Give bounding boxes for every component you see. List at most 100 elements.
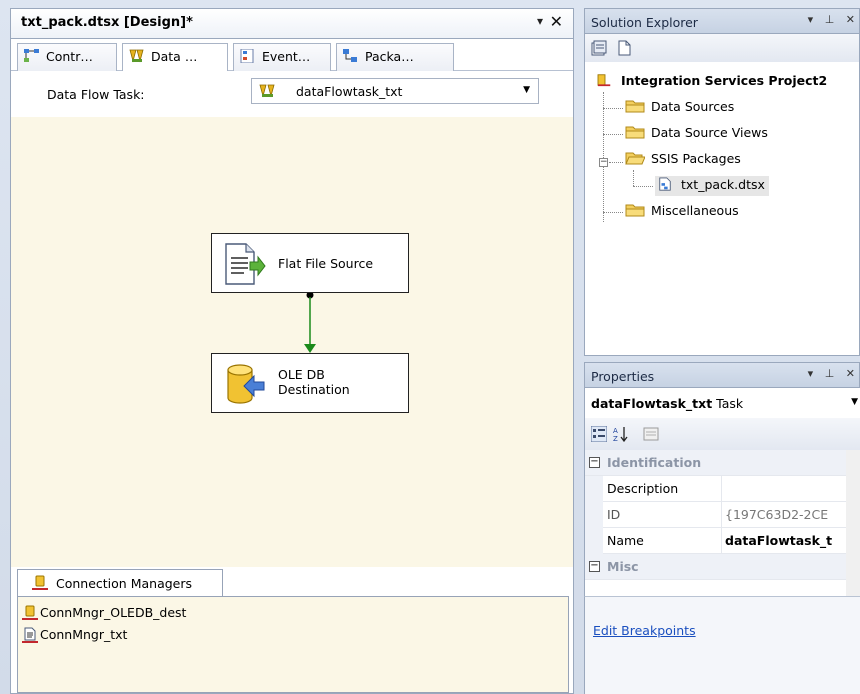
properties-object-select[interactable]: dataFlowtask_txt Task ▼ bbox=[584, 388, 860, 418]
chevron-down-icon[interactable]: ▼ bbox=[523, 85, 530, 95]
tree-label: txt_pack.dtsx bbox=[681, 177, 765, 192]
connection-managers-tab[interactable]: Connection Managers bbox=[17, 569, 223, 597]
tree-item-package-file[interactable]: txt_pack.dtsx bbox=[655, 176, 769, 196]
data-flow-task-value: dataFlowtask_txt bbox=[296, 84, 403, 99]
close-icon[interactable]: ✕ bbox=[550, 12, 563, 31]
tab-label: Data … bbox=[151, 49, 198, 64]
folder-open-icon bbox=[625, 152, 645, 165]
tab-package-explorer[interactable]: Packa… bbox=[336, 43, 454, 71]
tab-label: Event… bbox=[262, 49, 311, 64]
property-row-name[interactable]: Name dataFlowtask_t bbox=[585, 528, 860, 554]
ole-db-destination-icon bbox=[227, 364, 265, 404]
component-label-line2: Destination bbox=[278, 382, 350, 397]
collapse-icon[interactable]: − bbox=[599, 158, 608, 167]
connection-managers-list: ConnMngr_OLEDB_dest ConnMngr_txt bbox=[17, 596, 569, 693]
properties-icon[interactable] bbox=[591, 40, 607, 56]
column-divider bbox=[721, 502, 722, 528]
component-label-line1: OLE DB bbox=[278, 367, 325, 382]
categorized-icon[interactable] bbox=[591, 426, 607, 442]
flat-file-source-component[interactable]: Flat File Source bbox=[211, 233, 409, 293]
category-misc[interactable]: − Misc bbox=[585, 554, 860, 580]
category-identification[interactable]: − Identification bbox=[585, 450, 860, 476]
solution-explorer-pane: Solution Explorer ▾ ⊥ ✕ Integration Serv… bbox=[584, 8, 860, 356]
chevron-down-icon[interactable]: ▼ bbox=[851, 397, 858, 407]
object-type: Task bbox=[716, 396, 744, 411]
tab-label: Contr… bbox=[46, 49, 93, 64]
solution-tree: Integration Services Project2 Data Sourc… bbox=[584, 62, 860, 356]
svg-text:Z: Z bbox=[613, 435, 618, 442]
connection-name: ConnMngr_OLEDB_dest bbox=[40, 605, 187, 620]
tree-label: SSIS Packages bbox=[651, 151, 741, 166]
data-flow-task-label: Data Flow Task: bbox=[47, 87, 145, 102]
package-file-icon bbox=[659, 177, 671, 191]
flat-file-connection-icon bbox=[22, 627, 38, 643]
category-label: Misc bbox=[607, 559, 639, 574]
row-gutter bbox=[585, 528, 603, 554]
tree-item-ssis-packages[interactable]: SSIS Packages bbox=[625, 150, 741, 170]
folder-icon bbox=[625, 100, 645, 113]
package-designer: txt_pack.dtsx [Design]* ▾ ✕ Contr… Data … bbox=[10, 8, 574, 694]
tab-control-flow[interactable]: Contr… bbox=[17, 43, 117, 71]
column-divider bbox=[721, 528, 722, 554]
pane-title: Properties bbox=[591, 369, 655, 384]
tree-connector bbox=[603, 108, 623, 109]
list-item[interactable]: ConnMngr_OLEDB_dest bbox=[22, 605, 186, 625]
property-name: Name bbox=[607, 533, 644, 548]
column-divider bbox=[721, 476, 722, 502]
tree-label: Data Sources bbox=[651, 99, 735, 114]
tree-connector bbox=[609, 162, 623, 163]
package-explorer-icon bbox=[343, 49, 357, 62]
component-label: Flat File Source bbox=[278, 256, 374, 271]
category-label: Identification bbox=[607, 455, 702, 470]
show-all-files-icon[interactable] bbox=[617, 40, 633, 56]
tree-connector bbox=[603, 212, 623, 213]
svg-text:A: A bbox=[613, 427, 618, 435]
flat-file-source-icon bbox=[225, 243, 266, 285]
component-label: OLE DB Destination bbox=[278, 367, 350, 397]
connection-managers-tab-label: Connection Managers bbox=[56, 576, 193, 591]
object-name: dataFlowtask_txt bbox=[591, 396, 713, 411]
tab-event-handlers[interactable]: Event… bbox=[233, 43, 331, 71]
property-row-description[interactable]: Description bbox=[585, 476, 860, 502]
edit-breakpoints-link[interactable]: Edit Breakpoints bbox=[593, 623, 696, 638]
tree-item-data-source-views[interactable]: Data Source Views bbox=[625, 124, 768, 144]
document-tab[interactable]: txt_pack.dtsx [Design]* ▾ ✕ bbox=[10, 8, 574, 38]
tab-data-flow[interactable]: Data … bbox=[122, 43, 228, 72]
properties-pane: Properties ▾ ⊥ ✕ dataFlowtask_txt Task ▼… bbox=[584, 362, 860, 694]
data-flow-task-select[interactable]: dataFlowtask_txt ▼ bbox=[251, 78, 539, 104]
oledb-connection-icon bbox=[22, 605, 38, 620]
properties-title-bar: Properties ▾ ⊥ ✕ bbox=[584, 362, 860, 388]
tree-label: Miscellaneous bbox=[651, 203, 739, 218]
sort-alphabetical-icon[interactable]: A Z bbox=[613, 426, 629, 442]
event-handlers-icon bbox=[240, 49, 254, 63]
property-grid: − Identification Description ID {197C63D… bbox=[584, 450, 860, 596]
tree-item-data-sources[interactable]: Data Sources bbox=[625, 98, 734, 118]
list-item[interactable]: ConnMngr_txt bbox=[22, 627, 127, 647]
property-value[interactable]: dataFlowtask_t bbox=[725, 533, 847, 548]
collapse-icon[interactable]: − bbox=[589, 457, 600, 468]
collapse-icon[interactable]: − bbox=[589, 561, 600, 572]
vertical-scrollbar[interactable] bbox=[846, 450, 860, 596]
ole-db-destination-component[interactable]: OLE DB Destination bbox=[211, 353, 409, 413]
property-row-id[interactable]: ID {197C63D2-2CE bbox=[585, 502, 860, 528]
property-name: ID bbox=[607, 507, 621, 522]
design-canvas[interactable]: Flat File Source OLE DB Destination bbox=[11, 117, 573, 567]
property-value[interactable]: {197C63D2-2CE bbox=[725, 507, 847, 522]
property-pages-icon[interactable] bbox=[643, 426, 659, 442]
pane-buttons[interactable]: ▾ ⊥ ✕ bbox=[808, 13, 859, 26]
data-flow-task-icon bbox=[259, 84, 275, 98]
folder-icon bbox=[625, 204, 645, 217]
tree-label: Data Source Views bbox=[651, 125, 768, 140]
tree-connector bbox=[633, 170, 634, 186]
window-position-icon[interactable]: ▾ bbox=[537, 14, 543, 28]
tree-item-project[interactable]: Integration Services Project2 bbox=[595, 72, 827, 92]
pane-buttons[interactable]: ▾ ⊥ ✕ bbox=[808, 367, 859, 380]
tree-connector bbox=[603, 134, 623, 135]
row-gutter bbox=[585, 502, 603, 528]
tree-item-miscellaneous[interactable]: Miscellaneous bbox=[625, 202, 739, 222]
properties-toolbar: A Z bbox=[584, 418, 860, 450]
tree-connector bbox=[633, 186, 653, 187]
data-flow-path bbox=[304, 291, 316, 353]
ide-window: txt_pack.dtsx [Design]* ▾ ✕ Contr… Data … bbox=[0, 0, 860, 694]
tab-label: Packa… bbox=[365, 49, 414, 64]
